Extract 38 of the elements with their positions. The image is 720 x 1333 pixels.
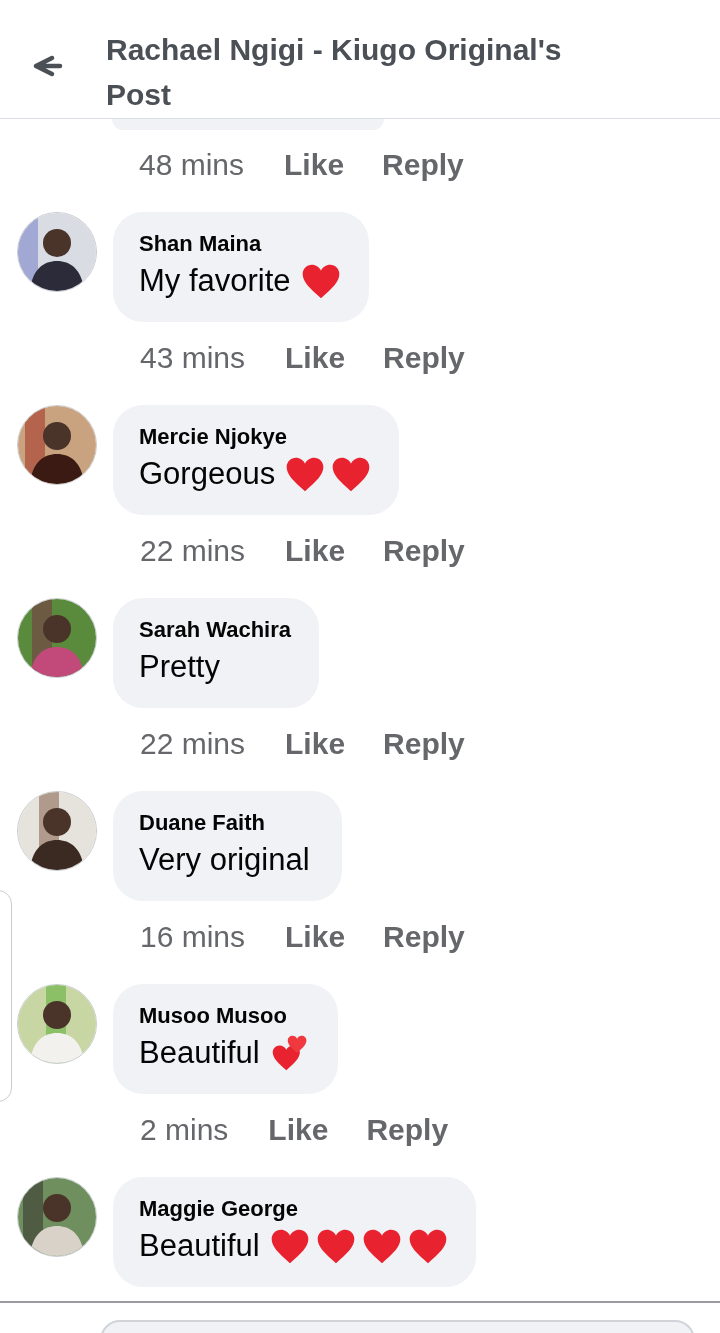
comment-text: Very original bbox=[139, 842, 310, 878]
comment-text: My favorite bbox=[139, 263, 291, 299]
comment-time: 2 mins bbox=[140, 1113, 229, 1147]
comment-text: Beautiful bbox=[139, 1228, 260, 1264]
author-name[interactable]: Mercie Njokye bbox=[139, 423, 372, 451]
comment-time: 22 mins bbox=[140, 727, 246, 761]
author-name[interactable]: Shan Maina bbox=[139, 230, 341, 258]
like-button[interactable]: Like bbox=[285, 727, 346, 761]
comment-text: Beautiful bbox=[139, 1035, 260, 1071]
comment-text: Pretty bbox=[139, 649, 220, 685]
author-name[interactable]: Maggie George bbox=[139, 1195, 448, 1223]
reply-button[interactable]: Reply bbox=[382, 148, 464, 182]
reply-button[interactable]: Reply bbox=[366, 1113, 449, 1147]
author-name[interactable]: Duane Faith bbox=[139, 809, 314, 837]
comment-text: Gorgeous bbox=[139, 456, 276, 492]
reply-button[interactable]: Reply bbox=[383, 727, 465, 761]
heart-icon bbox=[331, 455, 372, 493]
like-button[interactable]: Like bbox=[284, 148, 345, 182]
comment-time: 16 mins bbox=[140, 920, 246, 954]
author-name[interactable]: Sarah Wachira bbox=[139, 616, 292, 644]
comment-time: 43 mins bbox=[140, 341, 246, 375]
heart-icon bbox=[300, 262, 341, 300]
like-button[interactable]: Like bbox=[285, 920, 346, 954]
reply-button[interactable]: Reply bbox=[383, 920, 465, 954]
like-button[interactable]: Like bbox=[285, 341, 346, 375]
heart-icon bbox=[315, 1227, 356, 1265]
reply-button[interactable]: Reply bbox=[383, 534, 465, 568]
comment-time: 22 mins bbox=[140, 534, 246, 568]
like-button[interactable]: Like bbox=[285, 534, 346, 568]
heart-icon bbox=[285, 455, 326, 493]
heart-icon bbox=[407, 1227, 448, 1265]
heart-icon bbox=[361, 1227, 402, 1265]
author-name[interactable]: Musoo Musoo bbox=[139, 1002, 310, 1030]
post-title: Rachael Ngigi - Kiugo Original's Post bbox=[106, 32, 563, 113]
reply-button[interactable]: Reply bbox=[383, 341, 465, 375]
comment-time: 48 mins bbox=[139, 148, 245, 182]
like-button[interactable]: Like bbox=[268, 1113, 329, 1147]
heart-icon bbox=[269, 1227, 310, 1265]
